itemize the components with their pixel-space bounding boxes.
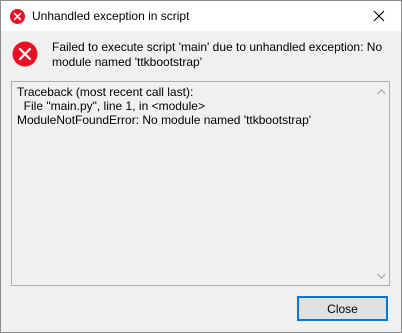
traceback-line: File "main.py", line 1, in <module>	[17, 99, 205, 113]
scroll-up-button[interactable]	[374, 84, 389, 99]
message-area: Failed to execute script 'main' due to u…	[1, 31, 401, 77]
error-message: Failed to execute script 'main' due to u…	[52, 40, 383, 69]
close-icon	[373, 10, 385, 22]
chevron-down-icon	[377, 273, 386, 279]
traceback-line: Traceback (most recent call last):	[17, 85, 194, 99]
window-close-button[interactable]	[357, 1, 401, 31]
title-bar: Unhandled exception in script	[1, 1, 401, 31]
error-icon	[10, 9, 25, 24]
close-button-label: Close	[327, 301, 358, 316]
window-title: Unhandled exception in script	[32, 9, 190, 23]
traceback-text: Traceback (most recent call last): File …	[17, 85, 367, 127]
traceback-textbox[interactable]: Traceback (most recent call last): File …	[11, 81, 390, 286]
vertical-scrollbar[interactable]	[374, 82, 389, 285]
close-button[interactable]: Close	[297, 296, 388, 321]
button-bar: Close	[1, 288, 401, 332]
error-icon	[12, 41, 38, 67]
scroll-down-button[interactable]	[374, 268, 389, 283]
traceback-line: ModuleNotFoundError: No module named 'tt…	[17, 113, 312, 127]
error-dialog: Unhandled exception in script Failed to …	[0, 0, 402, 333]
chevron-up-icon	[377, 88, 386, 94]
